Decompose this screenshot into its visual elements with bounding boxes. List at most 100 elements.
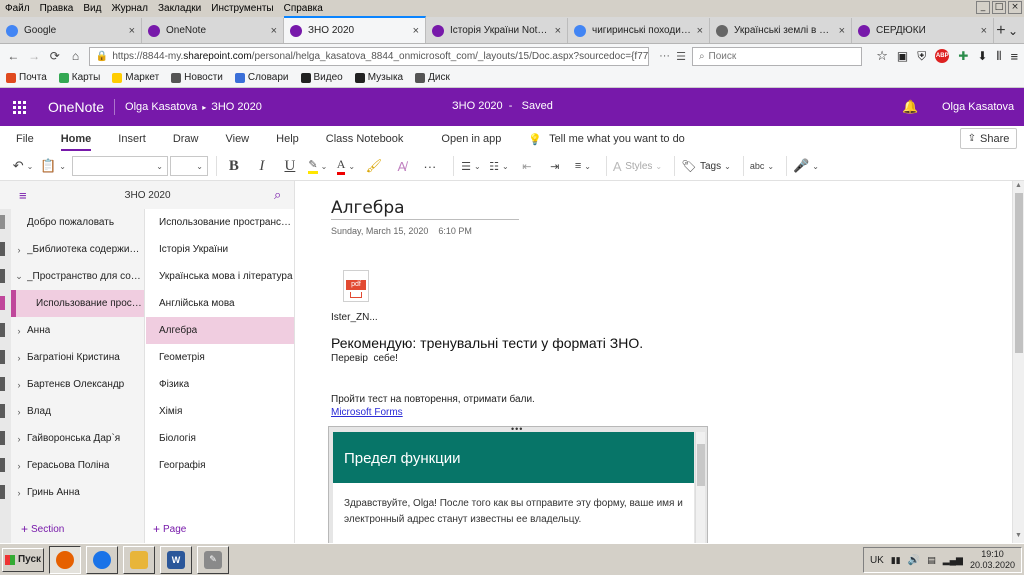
browser-tab[interactable]: Українські землі в 60—80 × — [710, 18, 852, 43]
search-icon[interactable]: ⌕ — [274, 187, 281, 203]
chevron-down-icon[interactable]: ⌄ — [11, 271, 27, 282]
bookmark-item[interactable]: Маркет — [112, 72, 159, 83]
spelling-icon[interactable]: abc ⌄ — [750, 155, 774, 177]
close-tab-icon[interactable]: × — [839, 25, 845, 37]
app-name[interactable]: OneNote — [48, 99, 104, 115]
page-item[interactable]: Фізика — [146, 371, 294, 398]
close-tab-icon[interactable]: × — [413, 25, 419, 37]
page-actions-icon[interactable]: ··· — [659, 50, 670, 63]
chevron-right-icon[interactable]: › — [11, 461, 27, 471]
styles-button[interactable]: A Styles ⌄ — [613, 155, 662, 177]
page-item[interactable]: Історія України — [146, 236, 294, 263]
menu-icon[interactable]: ≡ — [1010, 49, 1018, 64]
attachment-name[interactable]: Ister_ZN... — [331, 312, 378, 323]
scroll-up-icon[interactable]: ▲ — [1013, 182, 1024, 189]
menu-bookmarks[interactable]: Закладки — [153, 3, 206, 14]
adblock-icon[interactable]: ABP — [935, 49, 950, 63]
browser-tab[interactable]: Історія України Notebook × — [426, 18, 568, 43]
page-item[interactable]: Алгебра — [146, 317, 294, 344]
tell-me-box[interactable]: 💡 Tell me what you want to do — [528, 133, 684, 146]
undo-icon[interactable]: ↶ ⌄ — [12, 155, 34, 177]
menu-view[interactable]: Вид — [78, 3, 106, 14]
bookmark-item[interactable]: Почта — [6, 72, 47, 83]
close-tab-icon[interactable]: × — [697, 25, 703, 37]
taskbar-app-button[interactable] — [49, 545, 81, 574]
taskbar-app-button[interactable] — [123, 545, 155, 574]
form-scroll-thumb[interactable] — [697, 444, 705, 486]
breadcrumb-owner[interactable]: Olga Kasatova — [125, 101, 197, 113]
tab-file[interactable]: File — [16, 126, 34, 152]
tab-help[interactable]: Help — [276, 126, 299, 152]
dictate-mic-icon[interactable]: 🎤 ⌄ — [793, 155, 819, 177]
browser-tab[interactable]: СЕРДЮКИ × — [852, 18, 994, 43]
close-tab-icon[interactable]: × — [981, 25, 987, 37]
search-box[interactable]: ⌕ Поиск — [691, 46, 863, 66]
font-family-select[interactable]: ⌄ — [71, 156, 168, 176]
url-bar[interactable]: 🔒 https://8844-my. sharepoint.com/persona… — [88, 46, 650, 66]
shield-icon[interactable]: ⛨ — [917, 49, 926, 64]
menu-file[interactable]: Файл — [0, 3, 35, 14]
language-indicator[interactable]: UK — [870, 555, 884, 566]
page-item[interactable]: Использование пространства — [146, 209, 294, 236]
close-window-button[interactable]: × — [1008, 1, 1022, 14]
forward-arrow-icon[interactable]: → — [27, 48, 42, 64]
page-scroll-thumb[interactable] — [1015, 193, 1023, 353]
star-icon[interactable]: ☆ — [876, 48, 888, 64]
tray-bars-icon[interactable]: ▮▮ — [891, 555, 901, 566]
italic-button[interactable]: I — [251, 155, 273, 177]
reader-icon[interactable]: ☰ — [676, 50, 686, 63]
browser-tab[interactable]: чигиринські походи – Пош × — [568, 18, 710, 43]
bullets-icon[interactable]: ☰ ⌄ — [460, 155, 482, 177]
page-item[interactable]: Українська мова і література — [146, 263, 294, 290]
menu-edit[interactable]: Правка — [35, 3, 79, 14]
tab-home[interactable]: Home — [60, 126, 91, 152]
section-item[interactable]: › Гринь Анна — [11, 479, 144, 506]
page-title[interactable]: Алгебра — [331, 198, 405, 218]
taskbar-app-button[interactable] — [86, 545, 118, 574]
numbering-icon[interactable]: ☷ ⌄ — [488, 155, 510, 177]
outdent-icon[interactable]: ⇤ — [516, 155, 538, 177]
puzzle-icon[interactable]: ✚ — [958, 49, 968, 63]
chevron-right-icon[interactable]: › — [11, 245, 27, 255]
chevron-right-icon[interactable]: › — [11, 326, 27, 336]
page-item[interactable]: Геометрія — [146, 344, 294, 371]
tray-sound-icon[interactable]: 🔊 — [908, 555, 920, 566]
tab-draw[interactable]: Draw — [173, 126, 199, 152]
maximize-button[interactable]: □ — [992, 1, 1006, 14]
page-scrollbar[interactable]: ▲ ▼ — [1012, 181, 1024, 543]
page-item[interactable]: Біологія — [146, 425, 294, 452]
home-icon[interactable]: ⌂ — [68, 48, 83, 64]
align-icon[interactable]: ≡ ⌄ — [572, 155, 594, 177]
browser-tab[interactable]: Google × — [0, 18, 142, 43]
chevron-right-icon[interactable]: › — [11, 488, 27, 498]
section-item[interactable]: › _Библиотека содержимого — [11, 236, 145, 263]
tab-class-notebook[interactable]: Class Notebook — [326, 126, 404, 152]
section-item[interactable]: › Влад — [11, 398, 144, 425]
menu-tools[interactable]: Инструменты — [206, 3, 278, 14]
forms-embed[interactable]: ••• Предел функции Здравствуйте, Olga! П… — [328, 424, 708, 543]
more-icon[interactable]: ··· — [419, 155, 441, 177]
tags-button[interactable]: 🏷 Tags ⌄ — [681, 155, 731, 177]
app-launcher-icon[interactable] — [0, 88, 38, 126]
chevron-right-icon[interactable]: › — [11, 353, 27, 363]
bookmark-item[interactable]: Диск — [415, 72, 450, 83]
page-item[interactable]: Хімія — [146, 398, 294, 425]
browser-tab[interactable]: ЗНО 2020 × — [284, 16, 426, 43]
section-item[interactable]: Добро пожаловать — [11, 209, 144, 236]
section-item[interactable]: ⌄_Пространство для совместной работы — [11, 263, 144, 290]
new-tab-button[interactable]: + — [994, 18, 1008, 43]
highlight-icon[interactable]: ✎ ⌄ — [307, 155, 329, 177]
bookmark-item[interactable]: Видео — [300, 72, 343, 83]
bold-button[interactable]: B — [223, 155, 245, 177]
taskbar-app-button[interactable]: W — [160, 545, 192, 574]
chevron-right-icon[interactable]: › — [11, 434, 27, 444]
add-section-button[interactable]: + Section — [21, 522, 64, 536]
reload-icon[interactable]: ⟳ — [47, 48, 62, 64]
chevron-right-icon[interactable]: › — [11, 380, 27, 390]
download-icon[interactable]: ⬇ — [977, 49, 987, 63]
bookmark-item[interactable]: Музыка — [354, 72, 403, 83]
page-item[interactable]: Географія — [146, 452, 294, 479]
user-name[interactable]: Olga Kasatova — [942, 101, 1014, 113]
tray-clock[interactable]: 19:10 20.03.2020 — [970, 549, 1015, 571]
section-item[interactable]: › Гайворонська Дар`я — [11, 425, 144, 452]
